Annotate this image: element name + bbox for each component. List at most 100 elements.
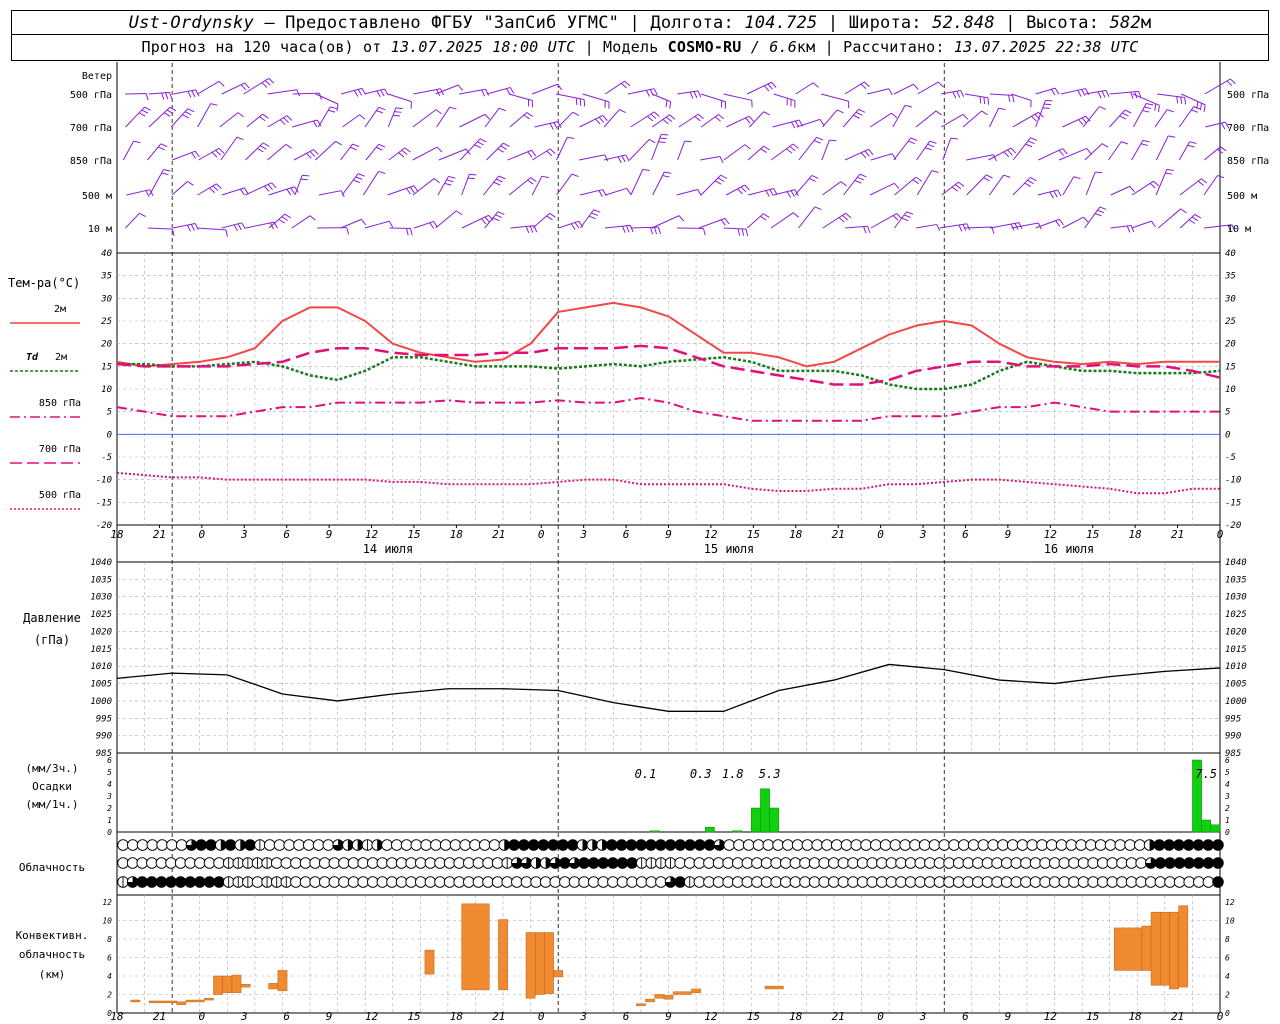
- wind-barb-flag: [257, 148, 264, 153]
- wind-barb-flag: [842, 214, 848, 221]
- cloud-symbol: [1193, 876, 1205, 888]
- wind-barb-flag: [240, 188, 245, 196]
- cloud-symbol: [117, 857, 129, 869]
- precip-bar: [1201, 819, 1212, 833]
- cloud-symbol: [694, 839, 706, 851]
- wind-barb: [770, 212, 794, 229]
- wind-barb-flag: [927, 143, 935, 148]
- cloud-symbol: [501, 876, 513, 888]
- wind-barb-flag: [1129, 185, 1135, 192]
- wind-barb-flag: [549, 123, 554, 130]
- cloud-symbol: [1029, 876, 1042, 888]
- wind-barb-flag: [1180, 208, 1187, 214]
- wind-barb: [582, 93, 610, 103]
- cloud-symbol: [405, 857, 417, 869]
- temp-tick-left: -5: [101, 453, 112, 463]
- wind-barb-flag: [264, 185, 270, 192]
- hour-tick-bottom: 6: [962, 1010, 969, 1023]
- wind-barb-flag: [328, 109, 336, 113]
- cloud-symbol: [488, 839, 501, 851]
- cloud-symbol: [1202, 876, 1215, 888]
- hour-tick: 21: [492, 528, 505, 541]
- wind-barb-flag: [809, 178, 816, 182]
- cloud-symbol: [213, 857, 225, 869]
- wind-barb-flag: [813, 140, 821, 144]
- cloud-symbol: [1135, 876, 1147, 888]
- conv-bar: [691, 988, 701, 993]
- wind-barb-flag: [665, 100, 668, 108]
- cloud-symbol: [303, 839, 315, 851]
- wind-barb-flag: [166, 109, 174, 115]
- cloud-symbol: [625, 839, 638, 851]
- wind-barb-flag: [854, 179, 862, 184]
- cloud-symbol: [357, 876, 369, 888]
- conv-bar: [1169, 911, 1179, 990]
- wind-barb-flag: [653, 111, 660, 117]
- wind-barb-flag: [1230, 78, 1236, 85]
- pres-tick-left: 1010: [90, 662, 112, 672]
- hour-tick-bottom: 21: [492, 1010, 505, 1023]
- wind-barb-flag: [218, 147, 225, 154]
- wind-barb-flag: [413, 185, 419, 192]
- wind-barb-flag: [144, 106, 151, 111]
- cloud-symbol: [283, 839, 295, 851]
- cloud-symbol: [703, 857, 715, 869]
- convective-panel: [130, 903, 1189, 1006]
- wind-barb-flag: [617, 156, 622, 164]
- wind-barb-flag: [158, 146, 165, 151]
- cloud-symbol: [395, 857, 408, 869]
- wind-barb-flag: [1003, 151, 1010, 158]
- cloud-symbol: [518, 839, 530, 851]
- wind-barb-flag: [859, 173, 867, 178]
- legend-label: 2м: [54, 304, 66, 315]
- cloud-symbol: [1125, 876, 1138, 888]
- prec-tick-left: 5: [107, 768, 112, 777]
- wind-barb: [1203, 146, 1221, 161]
- hour-tick-bottom: 3: [579, 1010, 587, 1023]
- wind-barb-flag: [653, 88, 658, 96]
- wind-barb-flag: [296, 89, 301, 97]
- wind-barb: [651, 114, 670, 128]
- wind-barb-flag: [649, 227, 654, 235]
- conv-tick-left: 10: [102, 917, 112, 926]
- cloud-symbol: [146, 857, 158, 869]
- wind-barb: [291, 215, 311, 229]
- wind-panel: [122, 78, 1236, 237]
- wind-barb-flag: [1126, 225, 1131, 233]
- wind-barb: [1085, 171, 1096, 196]
- cloud-symbol: [895, 876, 907, 888]
- wind-barb-flag: [241, 222, 246, 230]
- wind-barb-flag: [409, 186, 415, 194]
- cloud-symbol: [1039, 857, 1051, 869]
- cloud-symbol: [357, 857, 369, 869]
- hour-tick: 3: [579, 528, 587, 541]
- cloud-symbol: [1114, 839, 1126, 851]
- wind-barb-flag: [645, 90, 650, 97]
- wind-barb-flag: [720, 174, 728, 179]
- wind-barb: [677, 140, 686, 161]
- cloud-symbol: [549, 876, 561, 888]
- cloud-symbol: [146, 839, 159, 851]
- wind-barb-flag: [983, 97, 986, 105]
- wind-barb-flag: [1176, 96, 1179, 104]
- hour-tick-bottom: 6: [283, 1010, 290, 1023]
- wind-barb-flag: [773, 188, 778, 195]
- wind-barb-flag: [237, 112, 244, 118]
- wind-barb-flag: [669, 101, 672, 109]
- wind-barb-flag: [669, 114, 676, 120]
- cloud-symbol: [508, 839, 520, 851]
- cloud-symbol: [837, 857, 850, 869]
- wind-level-left: 850 гПа: [70, 156, 112, 167]
- wind-barb-flag: [1184, 97, 1187, 105]
- cloud-symbol: [1020, 857, 1032, 869]
- cloud-symbol: [263, 839, 276, 851]
- wind-barb-flag: [394, 111, 402, 113]
- wind-barb-flag: [309, 215, 316, 221]
- wind-barb-flag: [498, 107, 506, 112]
- wind-barb-flag: [1105, 90, 1110, 97]
- wind-barb-flag: [816, 136, 824, 141]
- wind-barb-flag: [485, 89, 490, 96]
- cloud-symbol: [885, 876, 898, 888]
- wind-barb-flag: [697, 90, 702, 98]
- hour-tick-bottom: 12: [365, 1010, 379, 1023]
